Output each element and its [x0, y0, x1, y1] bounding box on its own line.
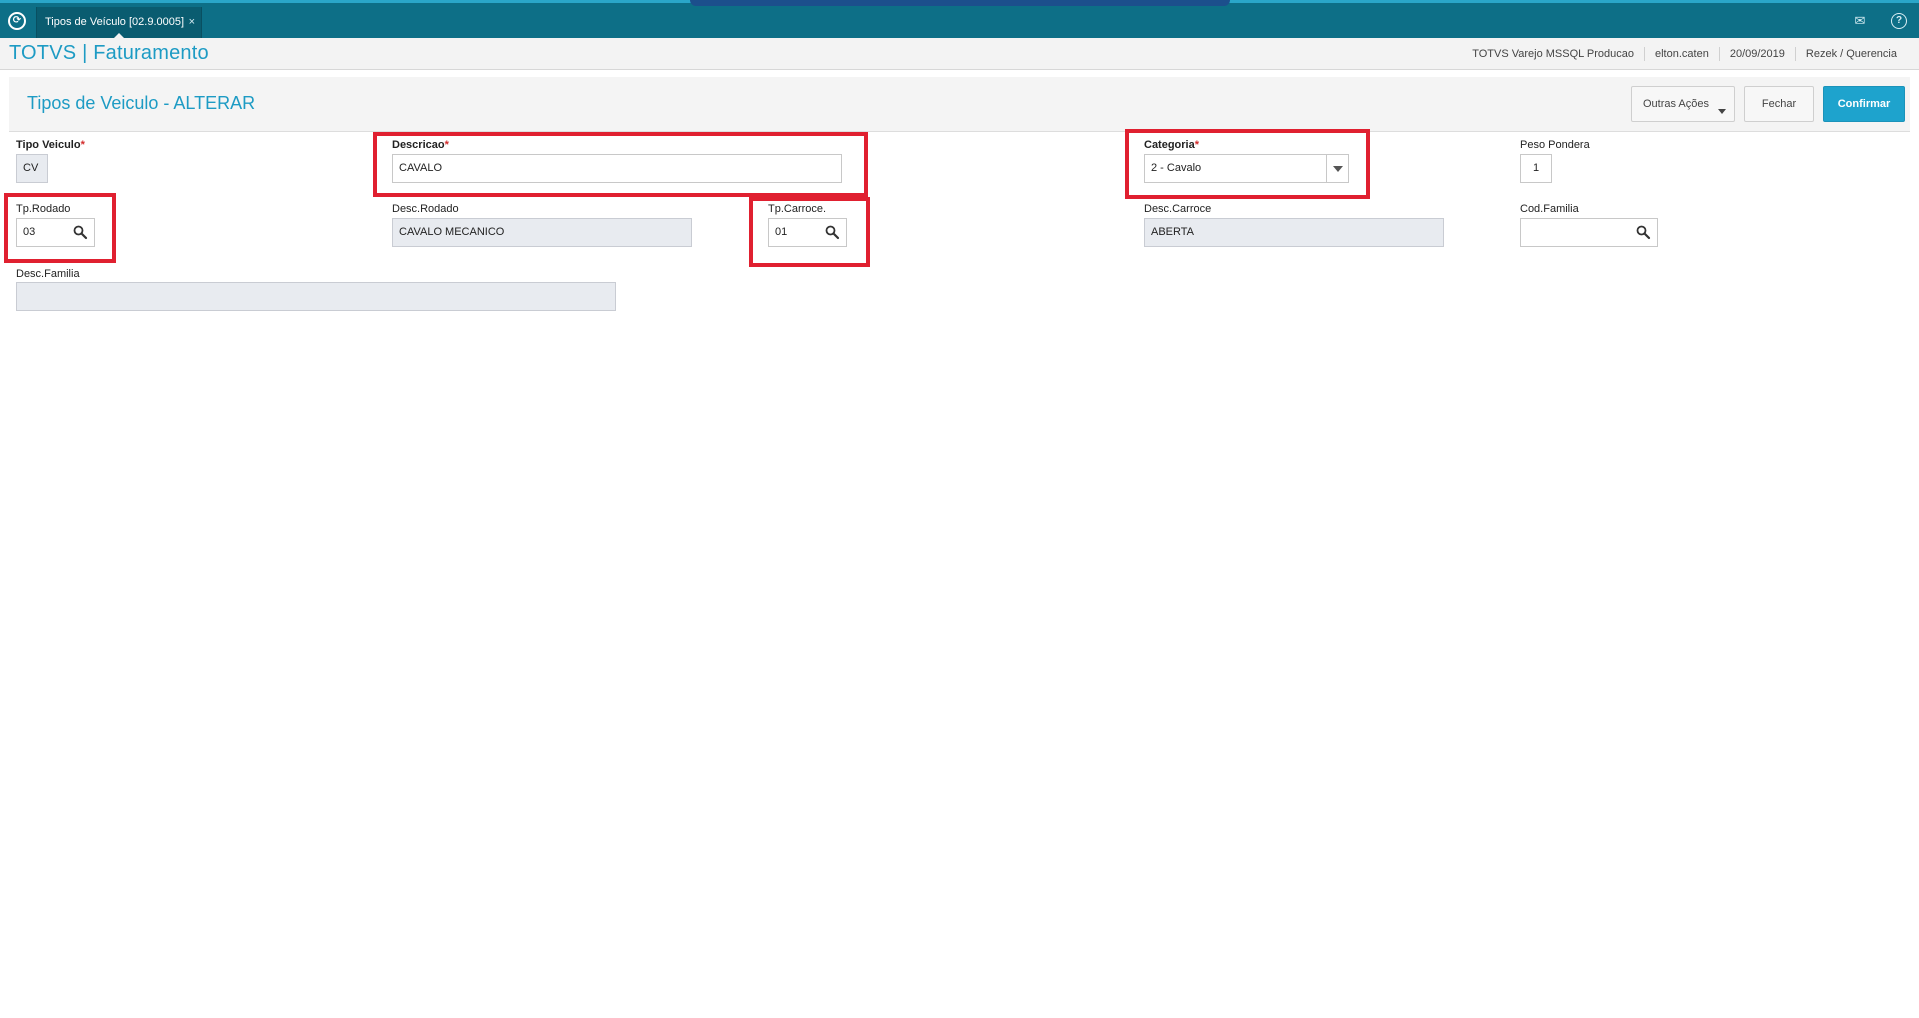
- window-topbar: ⟳ Tipos de Veículo [02.9.0005] × ✉ ?: [0, 0, 1919, 39]
- tp-carroce-value: 01: [775, 226, 788, 238]
- search-icon[interactable]: [1635, 224, 1651, 240]
- tab-close-icon[interactable]: ×: [189, 7, 195, 38]
- topbar-accent: [690, 0, 1230, 6]
- cod-familia-field[interactable]: [1520, 218, 1658, 247]
- peso-pondera-field[interactable]: 1: [1520, 154, 1552, 183]
- confirm-button[interactable]: Confirmar: [1823, 86, 1905, 122]
- chevron-down-icon[interactable]: [1326, 155, 1348, 182]
- categoria-select[interactable]: 2 - Cavalo: [1144, 154, 1349, 183]
- tp-rodado-value: 03: [23, 226, 36, 238]
- help-icon[interactable]: ?: [1891, 13, 1907, 29]
- other-actions-label: Outras Ações: [1642, 98, 1710, 110]
- tp-rodado-field[interactable]: 03: [16, 218, 95, 247]
- tp-rodado-label: Tp.Rodado: [16, 203, 71, 215]
- environment-info: TOTVS Varejo MSSQL Producao: [1472, 48, 1634, 60]
- module-header: TOTVS | Faturamento TOTVS Varejo MSSQL P…: [0, 38, 1919, 70]
- branch-info[interactable]: Rezek / Querencia: [1794, 47, 1907, 61]
- tp-carroce-label: Tp.Carroce.: [768, 203, 827, 215]
- desc-rodado-label: Desc.Rodado: [392, 203, 459, 215]
- page-title-bar: Tipos de Veiculo - ALTERAR Outras Ações …: [9, 77, 1910, 132]
- desc-carroce-field[interactable]: ABERTA: [1144, 218, 1444, 247]
- date-info[interactable]: 20/09/2019: [1718, 47, 1795, 61]
- mail-icon[interactable]: ✉: [1852, 13, 1868, 29]
- page-title: Tipos de Veiculo - ALTERAR: [27, 93, 256, 113]
- tab-tipos-de-veiculo[interactable]: Tipos de Veículo [02.9.0005] ×: [36, 7, 202, 39]
- tipo-veiculo-label: Tipo Veiculo*: [16, 139, 85, 151]
- desc-rodado-field[interactable]: CAVALO MECANICO: [392, 218, 692, 247]
- app-refresh-icon[interactable]: ⟳: [8, 12, 26, 30]
- desc-familia-field[interactable]: [16, 282, 616, 311]
- session-info: TOTVS Varejo MSSQL Producao elton.caten …: [1462, 38, 1907, 70]
- categoria-selected-value: 2 - Cavalo: [1151, 162, 1202, 174]
- close-button[interactable]: Fechar: [1744, 86, 1814, 122]
- app-window: ⟳ Tipos de Veículo [02.9.0005] × ✉ ? TOT…: [0, 0, 1919, 1018]
- categoria-label: Categoria*: [1144, 139, 1200, 151]
- user-info[interactable]: elton.caten: [1644, 47, 1719, 61]
- search-icon[interactable]: [824, 224, 840, 240]
- descricao-label: Descricao*: [392, 139, 449, 151]
- cod-familia-label: Cod.Familia: [1520, 203, 1579, 215]
- peso-pondera-label: Peso Pondera: [1520, 139, 1590, 151]
- tipo-veiculo-field[interactable]: CV: [16, 154, 48, 183]
- tp-carroce-field[interactable]: 01: [768, 218, 847, 247]
- caret-down-icon: [1718, 109, 1726, 114]
- other-actions-button[interactable]: Outras Ações: [1631, 86, 1735, 122]
- desc-familia-label: Desc.Familia: [16, 268, 80, 280]
- desc-carroce-label: Desc.Carroce: [1144, 203, 1212, 215]
- tab-label: Tipos de Veículo [02.9.0005]: [45, 16, 185, 28]
- descricao-field[interactable]: CAVALO: [392, 154, 842, 183]
- search-icon[interactable]: [72, 224, 88, 240]
- brand-title: TOTVS | Faturamento: [9, 42, 209, 64]
